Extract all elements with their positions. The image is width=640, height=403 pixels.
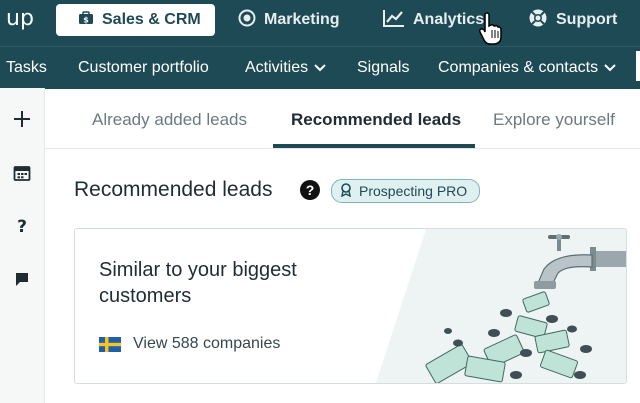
subnav-label: Tasks	[6, 59, 47, 76]
badge-label: Prospecting PRO	[359, 183, 468, 199]
chevron-down-icon	[604, 59, 616, 77]
hand-cursor-icon	[478, 12, 502, 51]
tab-already-added-leads[interactable]: Already added leads	[92, 110, 247, 130]
chevron-down-icon	[314, 59, 326, 77]
view-companies-label: View 588 companies	[133, 335, 281, 352]
award-icon	[340, 182, 352, 200]
topnav-analytics[interactable]: Analytics	[383, 4, 484, 36]
subnav-customer-portfolio[interactable]: Customer portfolio	[78, 59, 209, 77]
subnav-label: Customer portfolio	[78, 59, 209, 76]
topnav-label: Support	[556, 11, 618, 28]
topnav-support[interactable]: Support	[528, 4, 617, 36]
chat-icon[interactable]	[11, 268, 33, 290]
tab-explore-yourself[interactable]: Explore yourself	[493, 110, 615, 130]
view-companies-link[interactable]: View 588 companies	[99, 335, 280, 353]
similar-customers-card[interactable]: Similar to your biggest customers View 5…	[74, 228, 627, 384]
lead-tabs: Already added leads Recommended leads Ex…	[45, 88, 640, 149]
trend-chart-icon	[383, 9, 405, 32]
top-navbar: up $ Sales & CRM Marketing Analytics Sup…	[0, 0, 640, 46]
secondary-navbar: Tasks Customer portfolio Activities Sign…	[0, 46, 640, 89]
subnav-label: Activities	[245, 59, 309, 76]
app-logo[interactable]: up	[6, 6, 34, 31]
help-icon[interactable]: ?	[300, 180, 320, 200]
prospecting-pro-badge: Prospecting PRO	[331, 179, 481, 203]
page-title: Recommended leads	[74, 178, 273, 201]
topnav-marketing[interactable]: Marketing	[238, 4, 340, 36]
subnav-activities[interactable]: Activities	[245, 59, 326, 77]
topnav-label: Analytics	[413, 11, 485, 28]
svg-text:$: $	[83, 15, 89, 24]
active-tab-indicator	[273, 144, 475, 148]
briefcase-dollar-icon: $	[78, 10, 94, 31]
subnav-signals[interactable]: Signals	[357, 59, 409, 77]
subbar-edge	[636, 51, 640, 81]
lifebuoy-icon	[528, 8, 548, 33]
target-icon	[238, 9, 256, 32]
topnav-sales-crm[interactable]: $ Sales & CRM	[56, 4, 215, 36]
subnav-label: Signals	[357, 59, 410, 76]
topnav-label: Sales & CRM	[102, 11, 201, 28]
topnav-label: Marketing	[264, 11, 340, 28]
card-title: Similar to your biggest customers	[99, 259, 297, 307]
plus-icon[interactable]	[11, 108, 33, 130]
question-icon[interactable]: ?	[11, 215, 33, 237]
subnav-label: Companies & contacts	[438, 59, 599, 76]
calendar-icon[interactable]	[11, 162, 33, 184]
svg-text:?: ?	[17, 217, 27, 235]
left-sidebar: ?	[0, 88, 45, 403]
tab-recommended-leads[interactable]: Recommended leads	[291, 110, 461, 130]
sweden-flag-icon	[99, 336, 121, 352]
subnav-tasks[interactable]: Tasks	[6, 59, 47, 77]
money-faucet-illustration	[376, 229, 626, 383]
subnav-companies-contacts[interactable]: Companies & contacts	[438, 59, 616, 77]
